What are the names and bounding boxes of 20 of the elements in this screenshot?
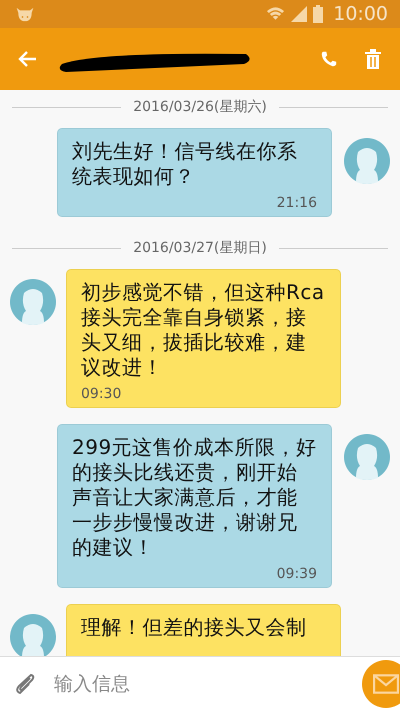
message-text: 理解！但差的接头又会制: [81, 615, 308, 640]
status-time: 10:00: [333, 3, 388, 25]
message-time: 09:39: [276, 566, 317, 582]
envelope-icon: [373, 674, 399, 694]
signal-icon: [291, 6, 308, 22]
battery-icon: [313, 5, 324, 23]
send-button[interactable]: [362, 660, 400, 708]
message-input[interactable]: 输入信息: [52, 672, 348, 696]
date-separator: 2016/03/27(星期日): [133, 239, 267, 257]
avatar-icon: [10, 279, 56, 325]
message-time: 09:30: [81, 386, 122, 402]
message-text: 刘先生好！信号线在你系统表现如何？: [72, 139, 298, 189]
message-text: 299元这售价成本所限，好的接头比线还贵，刚开始声音让大家满意后，才能一步步慢慢改进，谢谢兄的建议！: [72, 435, 317, 560]
arrow-icon: [18, 49, 38, 69]
message-text: 初步感觉不错，但这种Rca接头完全靠自身锁紧，接头又细，拔插比较难，建议改进！: [81, 280, 326, 380]
date-separator: 2016/03/26(星期六): [133, 98, 267, 116]
message-time: 21:16: [276, 195, 317, 211]
avatar-icon: [10, 614, 56, 656]
avatar-icon: [344, 138, 390, 184]
avatar-icon: [344, 434, 390, 480]
